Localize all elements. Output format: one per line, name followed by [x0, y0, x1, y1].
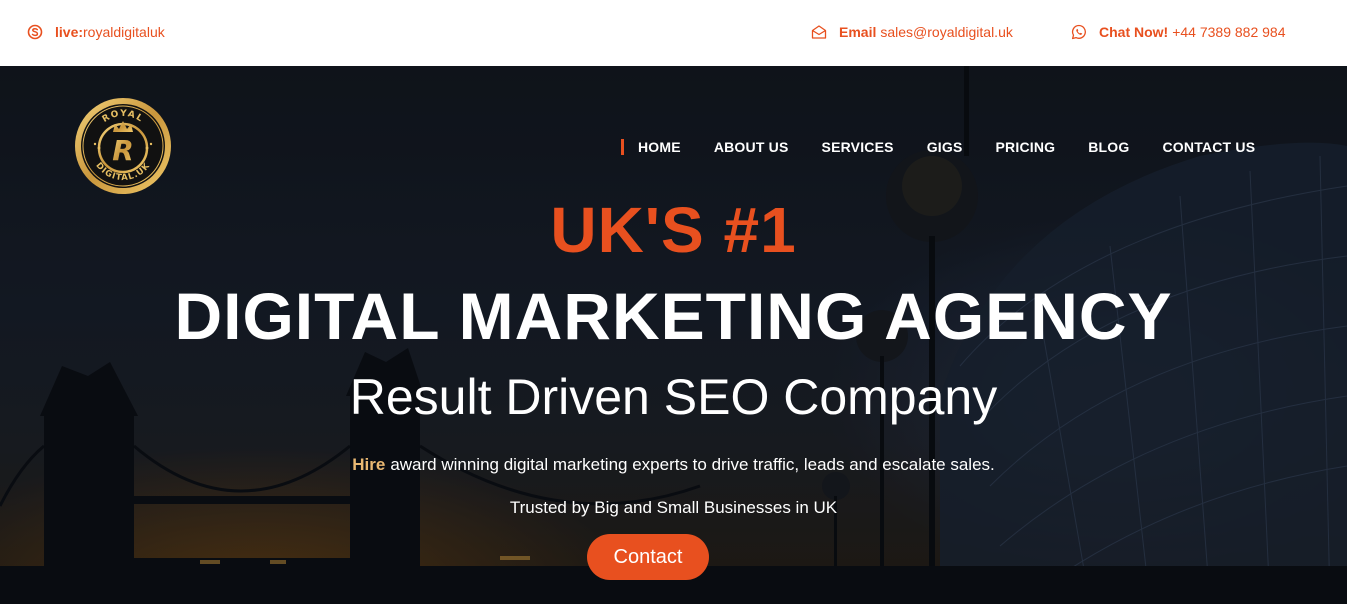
nav-home[interactable]: HOME: [638, 139, 681, 155]
hero-trust-line: Trusted by Big and Small Businesses in U…: [509, 498, 838, 517]
hero-tagline: Hire award winning digital marketing expe…: [0, 454, 1347, 476]
active-nav-indicator: [621, 139, 624, 155]
chat-label: Chat Now!: [1099, 24, 1169, 40]
nav-services[interactable]: SERVICES: [822, 139, 894, 155]
tagline-highlight: Hire: [352, 455, 386, 474]
top-contact-bar: live: royaldigitaluk Email sales@royaldi…: [0, 0, 1347, 66]
skype-icon: [27, 24, 43, 40]
nav-contact-us[interactable]: CONTACT US: [1163, 139, 1256, 155]
tagline-text: award winning digital marketing experts …: [390, 455, 995, 474]
main-navigation: HOME ABOUT US SERVICES GIGS PRICING BLOG…: [621, 138, 1255, 156]
email-contact-link[interactable]: Email sales@royaldigital.uk: [811, 22, 1013, 42]
contact-button[interactable]: Contact: [587, 534, 709, 580]
hero-section: ROYAL DIGITAL.UK R HOME ABOUT US SERVICE…: [0, 66, 1347, 604]
hero-headline-secondary: DIGITAL MARKETING AGENCY: [174, 279, 1173, 353]
logo-monogram: R: [112, 134, 134, 167]
whatsapp-chat-link[interactable]: Chat Now! +44 7389 882 984: [1071, 22, 1286, 42]
hero-headline-primary: UK'S #1: [550, 194, 797, 266]
email-address: sales@royaldigital.uk: [880, 24, 1013, 40]
skype-contact-link[interactable]: live: royaldigitaluk: [27, 22, 165, 42]
email-label: Email: [839, 24, 877, 40]
nav-pricing[interactable]: PRICING: [996, 139, 1056, 155]
skype-label: live:: [55, 24, 84, 40]
chat-phone-number: +44 7389 882 984: [1172, 24, 1286, 40]
royal-digital-logo[interactable]: ROYAL DIGITAL.UK R: [73, 96, 173, 196]
envelope-icon: [811, 25, 827, 39]
nav-gigs[interactable]: GIGS: [927, 139, 963, 155]
whatsapp-icon: [1071, 24, 1086, 40]
nav-about-us[interactable]: ABOUT US: [714, 139, 789, 155]
hero-subheading: Result Driven SEO Company: [349, 369, 998, 425]
skype-id: royaldigitaluk: [83, 24, 165, 40]
nav-blog[interactable]: BLOG: [1088, 139, 1129, 155]
